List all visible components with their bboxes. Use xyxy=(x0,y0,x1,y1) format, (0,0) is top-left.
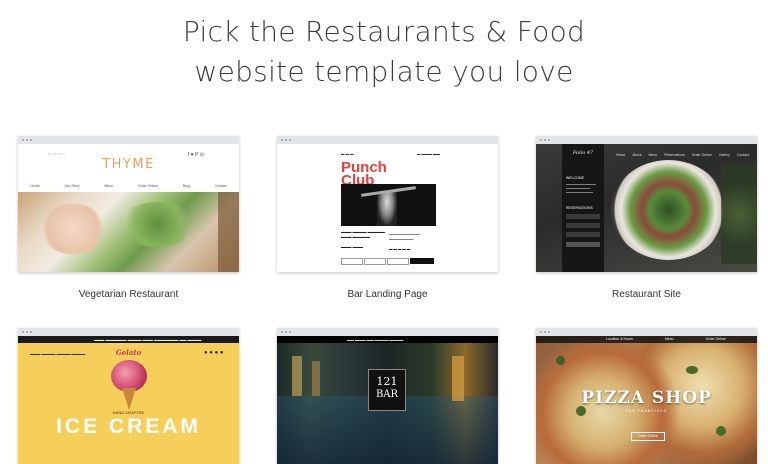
nav-item: Menu xyxy=(664,337,674,341)
nav-item: Home xyxy=(30,184,40,188)
brand-logo: THYME xyxy=(102,157,155,172)
template-label[interactable]: Vegetarian Restaurant xyxy=(18,289,239,300)
template-preview: Home About Menu Reservations Order Onlin… xyxy=(536,144,757,272)
brand-line-2: BAR xyxy=(375,389,399,400)
hero-image xyxy=(18,192,239,272)
template-card-vegetarian-restaurant[interactable]: • • • • • • • • THYME f ♥ P ⊙ Home Our S… xyxy=(18,136,239,272)
subline: SAN FRANCISCO xyxy=(625,409,668,413)
template-label[interactable]: Restaurant Site xyxy=(536,289,757,300)
heading-line-1: Pick the Restaurants & Food xyxy=(182,15,586,48)
nav-item: Contact xyxy=(214,184,227,188)
nav-bar: Home About Menu Reservations Order Onlin… xyxy=(616,153,749,157)
browser-bar xyxy=(277,328,498,336)
order-online-button[interactable]: Order Online xyxy=(631,432,665,441)
headline: PIZZA SHOP xyxy=(581,388,712,408)
template-preview: • • • • • • • • THYME f ♥ P ⊙ Home Our S… xyxy=(18,144,239,272)
browser-bar xyxy=(536,136,757,144)
brand-line-1: 121 xyxy=(376,375,398,388)
side-panel: Folio 47 WELCOME ▬▬▬▬▬▬▬▬▬▬ ▬▬▬▬▬▬▬▬ ▬▬▬… xyxy=(562,144,604,272)
headline: ICE CREAM xyxy=(56,415,201,438)
reservations-title: RESERVATIONS xyxy=(566,206,593,210)
nav-item: Our Story xyxy=(64,184,80,188)
nav-item: Location & Hours xyxy=(606,337,633,341)
template-preview: ▬▬ ▬▬▬ ▬▬ ▬▬▬▬ ▬▬▬▬ 121 BAR xyxy=(277,336,498,464)
site-nav: Home Our Story Menu Order Online Blog Co… xyxy=(18,184,239,188)
page-heading: Pick the Restaurants & Food website temp… xyxy=(0,12,768,92)
browser-bar xyxy=(18,136,239,144)
nav-item: Blog xyxy=(182,184,190,188)
hero-image xyxy=(341,184,436,226)
nav-bar: Location & Hours Menu Order Online xyxy=(606,337,726,341)
template-preview: Location & Hours Menu Order Online PIZZA… xyxy=(536,336,757,464)
template-preview: ▬ ▬ ▬ ▬ ▬▬▬ ▬▬ Punch Club ▬▬▬ ▬▬▬▬ ▬▬▬▬▬… xyxy=(277,144,498,272)
nav-item: Order Online xyxy=(137,184,158,188)
browser-bar xyxy=(277,136,498,144)
nav-item: Reservations xyxy=(664,153,685,157)
template-card-restaurant-site[interactable]: Home About Menu Reservations Order Onlin… xyxy=(536,136,757,272)
template-card-ice-cream[interactable]: ▬▬▬ ▬▬▬▬▬▬ ▬▬▬▬ ▬▬▬ ▬▬▬▬▬▬▬ ▬▬ ▬▬▬▬ ▬▬▬ … xyxy=(18,328,239,464)
nav-item: About xyxy=(632,153,642,157)
nav-item: Order Online xyxy=(705,337,726,341)
nav-item: Order Online xyxy=(691,153,712,157)
template-card-bar-landing-page[interactable]: ▬ ▬ ▬ ▬ ▬▬▬ ▬▬ Punch Club ▬▬▬ ▬▬▬▬ ▬▬▬▬▬… xyxy=(277,136,498,272)
template-preview: ▬▬▬ ▬▬▬▬▬▬ ▬▬▬▬ ▬▬▬ ▬▬▬▬▬▬▬ ▬▬ ▬▬▬▬ ▬▬▬ … xyxy=(18,336,239,464)
template-label[interactable]: Bar Landing Page xyxy=(277,289,498,300)
nav-item: Home xyxy=(616,153,626,157)
section-title: WELCOME xyxy=(566,176,585,180)
template-card-pizza-shop[interactable]: Location & Hours Menu Order Online PIZZA… xyxy=(536,328,757,464)
brand-logo: Folio 47 xyxy=(572,150,594,156)
brand-logo: 121 BAR xyxy=(368,369,406,411)
heading-line-2: website template you love xyxy=(194,55,574,88)
nav-item: Contact xyxy=(736,153,749,157)
browser-bar xyxy=(18,328,239,336)
nav-item: Menu xyxy=(648,153,658,157)
template-card-121-bar[interactable]: ▬▬ ▬▬▬ ▬▬ ▬▬▬▬ ▬▬▬▬ 121 BAR xyxy=(277,328,498,464)
nav-item: Gallery xyxy=(718,153,730,157)
nav-item: Menu xyxy=(104,184,114,188)
browser-bar xyxy=(536,328,757,336)
